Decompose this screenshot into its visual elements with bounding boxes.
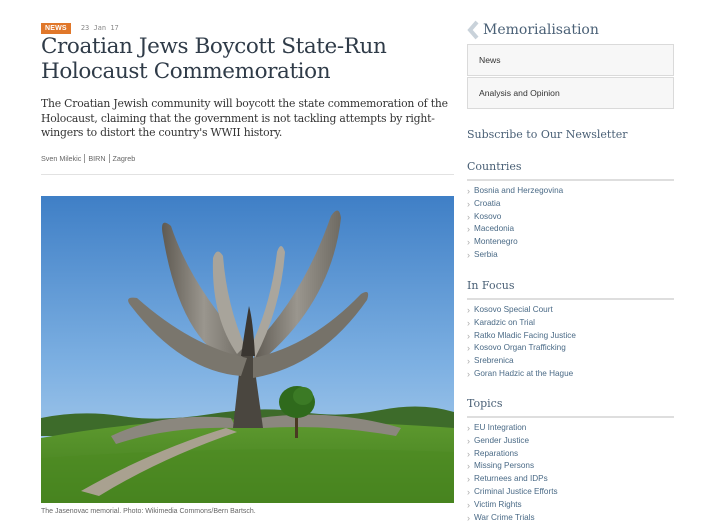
list-item[interactable]: Reparations [467, 448, 558, 461]
newsletter-link[interactable]: Subscribe to Our Newsletter [467, 128, 628, 141]
countries-rule [467, 179, 674, 181]
section-title[interactable]: Memorialisation [483, 22, 599, 38]
byline-outlet[interactable]: BIRN [84, 154, 108, 163]
nav-news[interactable]: News [467, 44, 674, 76]
list-item[interactable]: Goran Hadzic at the Hague [467, 368, 576, 381]
list-item[interactable]: Kosovo [467, 211, 563, 224]
list-item[interactable]: War Crime Trials [467, 512, 558, 521]
list-item[interactable]: EU Integration [467, 422, 558, 435]
photo-caption: The Jasenovac memorial. Photo: Wikimedia… [41, 508, 256, 515]
in-focus-list: Kosovo Special Court Karadzic on Trial R… [467, 304, 576, 381]
list-item[interactable]: Kosovo Special Court [467, 304, 576, 317]
divider [41, 174, 454, 175]
article-lede: The Croatian Jewish community will boyco… [41, 97, 448, 140]
byline: Sven Milekic BIRN Zagreb [41, 154, 138, 163]
list-item[interactable]: Gender Justice [467, 435, 558, 448]
chevron-left-icon[interactable] [467, 20, 479, 40]
list-item[interactable]: Montenegro [467, 236, 563, 249]
article-date: 23 Jan 17 [80, 24, 119, 32]
in-focus-rule [467, 298, 674, 300]
list-item[interactable]: Srebrenica [467, 355, 576, 368]
nav-analysis-opinion[interactable]: Analysis and Opinion [467, 77, 674, 109]
list-item[interactable]: Ratko Mladic Facing Justice [467, 330, 576, 343]
topics-list: EU Integration Gender Justice Reparation… [467, 422, 558, 521]
article-title: Croatian Jews Boycott State-Run Holocaus… [41, 34, 387, 84]
section-header: Memorialisation [467, 20, 599, 40]
list-item[interactable]: Karadzic on Trial [467, 317, 576, 330]
news-badge[interactable]: NEWS [41, 22, 71, 34]
list-item[interactable]: Serbia [467, 249, 563, 262]
list-item[interactable]: Kosovo Organ Trafficking [467, 342, 576, 355]
countries-list: Bosnia and Herzegovina Croatia Kosovo Ma… [467, 185, 563, 262]
list-item[interactable]: Bosnia and Herzegovina [467, 185, 563, 198]
list-item[interactable]: Croatia [467, 198, 563, 211]
topics-rule [467, 416, 674, 418]
list-item[interactable]: Macedonia [467, 223, 563, 236]
list-item[interactable]: Missing Persons [467, 460, 558, 473]
list-item[interactable]: Returnees and IDPs [467, 473, 558, 486]
list-item[interactable]: Criminal Justice Efforts [467, 486, 558, 499]
in-focus-heading: In Focus [467, 279, 515, 292]
article-photo [41, 196, 454, 503]
list-item[interactable]: Victim Rights [467, 499, 558, 512]
byline-location[interactable]: Zagreb [108, 154, 139, 163]
article-meta: NEWS 23 Jan 17 [41, 22, 119, 34]
topics-heading: Topics [467, 397, 503, 410]
countries-heading: Countries [467, 160, 522, 173]
byline-author[interactable]: Sven Milekic [41, 154, 84, 163]
